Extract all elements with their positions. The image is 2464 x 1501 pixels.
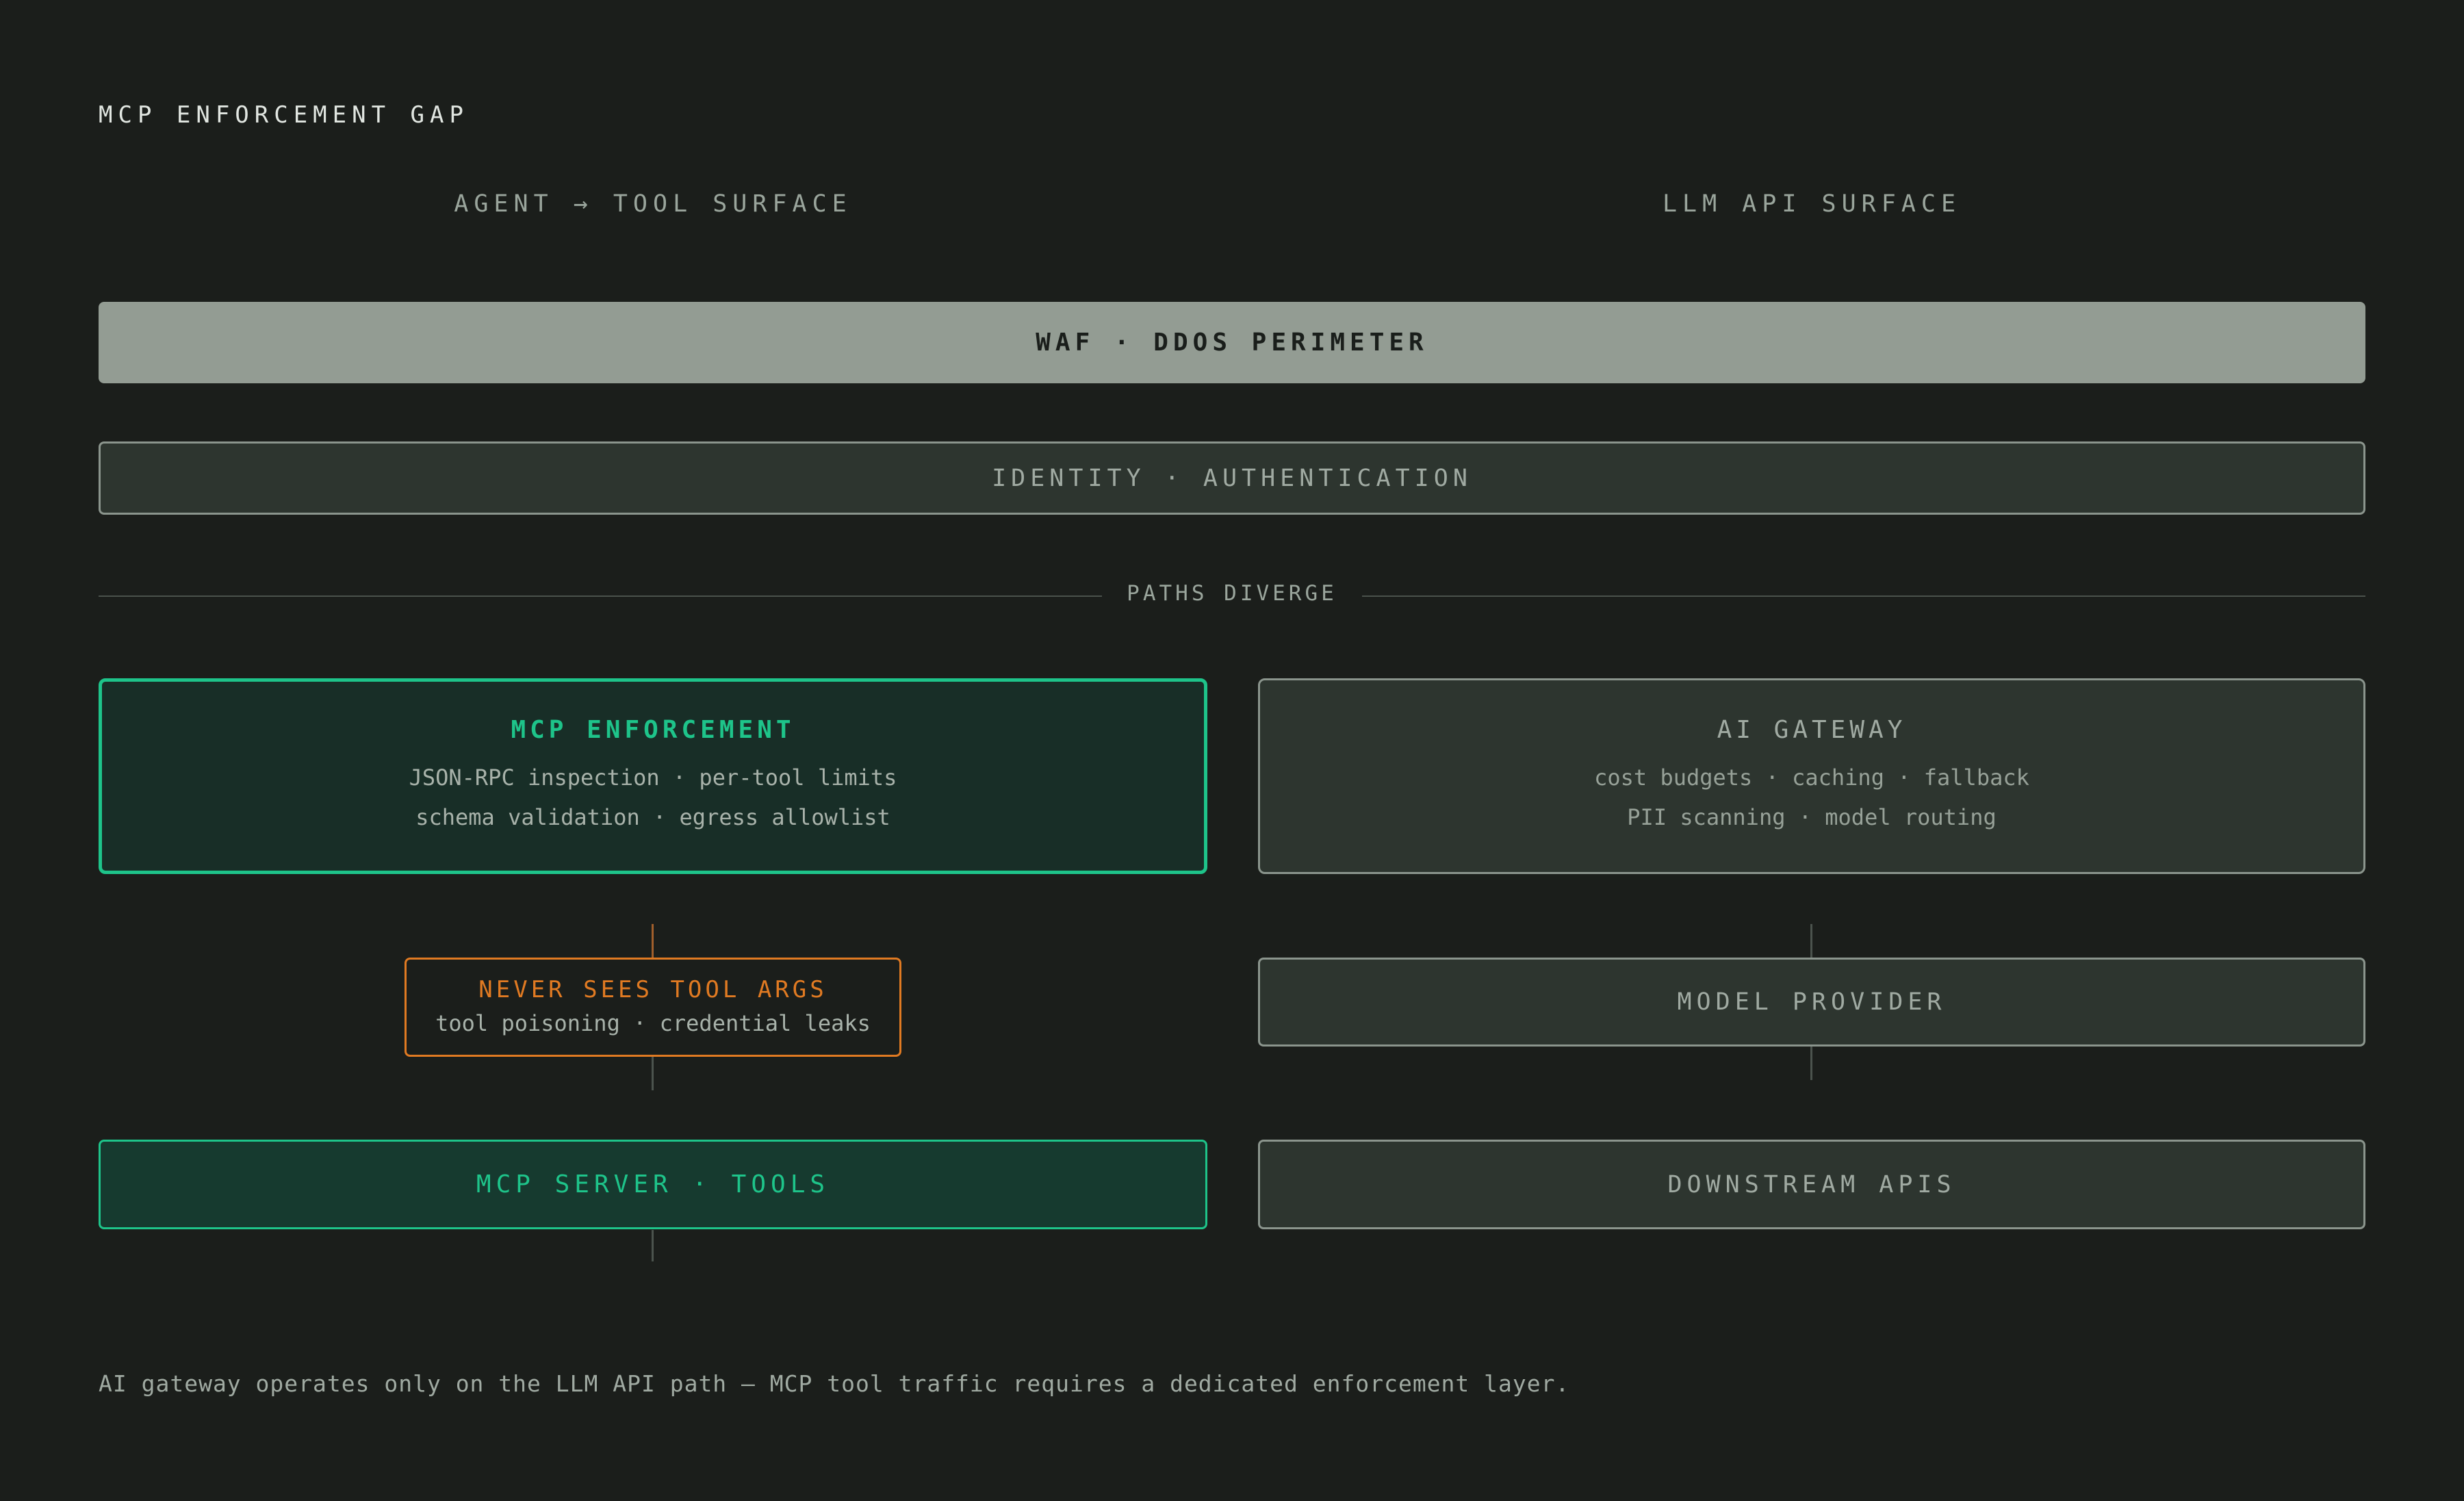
mcp-server-tools-box: MCP SERVER · TOOLS xyxy=(99,1140,1207,1229)
divider-line-left xyxy=(99,595,1102,597)
model-provider-label: MODEL PROVIDER xyxy=(1677,988,1947,1016)
ai-gateway-box: AI GATEWAY cost budgets · caching · fall… xyxy=(1258,678,2365,874)
connector-warning-to-server xyxy=(652,1056,654,1090)
diagram-title: MCP ENFORCEMENT GAP xyxy=(99,101,469,129)
model-provider-box: MODEL PROVIDER xyxy=(1258,958,2365,1047)
connector-provider-to-downstream xyxy=(1810,1046,1812,1080)
mcp-enforcement-line1: JSON-RPC inspection · per-tool limits xyxy=(409,764,897,791)
connector-mcp-to-warning xyxy=(652,924,654,958)
connector-server-tail xyxy=(652,1230,654,1261)
downstream-apis-label: DOWNSTREAM APIS xyxy=(1667,1170,1956,1198)
ai-gateway-title: AI GATEWAY xyxy=(1717,715,1907,744)
mcp-enforcement-title: MCP ENFORCEMENT xyxy=(511,715,795,744)
ai-gateway-line2: PII scanning · model routing xyxy=(1627,804,1997,830)
identity-auth-label: IDENTITY · AUTHENTICATION xyxy=(992,464,1472,492)
connector-gateway-to-provider xyxy=(1810,924,1812,958)
paths-diverge-label: PATHS DIVERGE xyxy=(1127,581,1337,606)
downstream-apis-box: DOWNSTREAM APIS xyxy=(1258,1140,2365,1229)
mcp-server-label: MCP SERVER · TOOLS xyxy=(476,1170,830,1198)
warning-title: NEVER SEES TOOL ARGS xyxy=(478,975,827,1003)
mcp-enforcement-box: MCP ENFORCEMENT JSON-RPC inspection · pe… xyxy=(99,678,1207,874)
waf-perimeter-layer: WAF · DDOS PERIMETER xyxy=(99,302,2365,383)
never-sees-tool-args-callout: NEVER SEES TOOL ARGS tool poisoning · cr… xyxy=(405,958,901,1057)
warning-line1: tool poisoning · credential leaks xyxy=(435,1010,871,1036)
waf-perimeter-label: WAF · DDOS PERIMETER xyxy=(1036,329,1428,357)
footer-caption: AI gateway operates only on the LLM API … xyxy=(99,1370,1570,1397)
column-header-llm-api: LLM API SURFACE xyxy=(1662,190,1962,218)
mcp-enforcement-line2: schema validation · egress allowlist xyxy=(415,804,890,830)
column-header-agent-tool: AGENT → TOOL SURFACE xyxy=(454,190,852,218)
ai-gateway-line1: cost budgets · caching · fallback xyxy=(1594,764,2029,791)
divider-line-right xyxy=(1362,595,2365,597)
identity-auth-layer: IDENTITY · AUTHENTICATION xyxy=(99,441,2365,515)
